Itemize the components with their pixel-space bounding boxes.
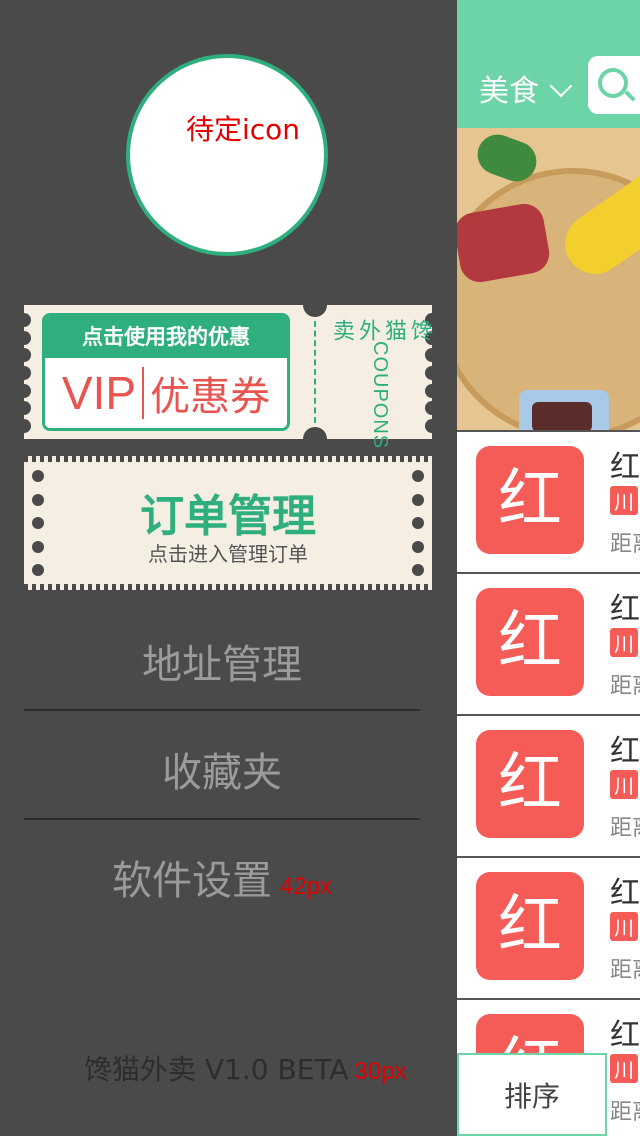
list-divider — [457, 998, 640, 1000]
main-screen: 美食 红 红 川 距离 红 红 川 距离 红 红 川 距离 红 红 川 距离 红 — [457, 0, 640, 1136]
order-management-title: 订单管理 — [140, 491, 316, 542]
list-item[interactable]: 红 红 川 距离 — [457, 856, 640, 998]
coupon-tear-line — [314, 321, 316, 423]
order-card-edge-bottom — [24, 584, 432, 590]
restaurant-name: 红 — [610, 734, 640, 769]
top-bar: 美食 — [457, 0, 640, 128]
avatar-placeholder-label: 待定icon — [186, 113, 301, 146]
food-banner-image[interactable] — [457, 128, 640, 430]
cuisine-tag: 川 — [610, 770, 638, 799]
restaurant-distance: 距离 — [610, 1100, 640, 1125]
order-card-edge-top — [24, 456, 432, 462]
list-divider — [457, 430, 640, 432]
list-divider — [457, 856, 640, 858]
search-button[interactable] — [588, 56, 640, 114]
avatar[interactable]: 待定icon — [126, 54, 328, 256]
coupon-brand-stub: 馋猫外卖 COUPONS — [329, 319, 432, 449]
menu-item-label: 软件设置 — [111, 858, 272, 904]
sort-button[interactable]: 排序 — [457, 1053, 607, 1136]
search-icon — [598, 68, 628, 98]
coupon-badge: 点击使用我的优惠 VIP 优惠券 — [42, 313, 290, 431]
list-divider — [457, 572, 640, 574]
menu-item-address[interactable]: 地址管理 — [24, 606, 420, 714]
restaurant-logo: 红 — [476, 588, 584, 696]
cuisine-tag: 川 — [610, 912, 638, 941]
cuisine-tag: 川 — [610, 486, 638, 515]
coupon-separator — [142, 367, 145, 419]
app-version-footer: 馋猫外卖 V1.0 BETA 30px — [84, 1048, 407, 1088]
restaurant-name: 红 — [610, 592, 640, 627]
coupon-brand-cn: 馋猫外卖 — [329, 319, 432, 341]
vip-coupon-card[interactable]: 点击使用我的优惠 VIP 优惠券 馋猫外卖 COUPONS — [17, 293, 439, 451]
menu-item-favorites[interactable]: 收藏夹 — [24, 714, 420, 822]
cuisine-tag: 川 — [610, 628, 638, 657]
font-size-annotation: 42px — [279, 873, 333, 900]
menu-divider — [24, 818, 420, 820]
coupon-perforation-left — [17, 313, 31, 433]
restaurant-name: 红 — [610, 450, 640, 485]
order-management-card[interactable]: 订单管理 点击进入管理订单 — [24, 456, 432, 590]
order-management-subtitle: 点击进入管理订单 — [148, 542, 308, 566]
coupon-title: 优惠券 — [150, 374, 271, 420]
restaurant-logo: 红 — [476, 872, 584, 980]
list-item[interactable]: 红 红 川 距离 — [457, 430, 640, 572]
restaurant-distance: 距离 — [610, 532, 640, 557]
list-item[interactable]: 红 红 川 距离 — [457, 714, 640, 856]
coupon-title-row: VIP 优惠券 — [45, 358, 287, 428]
restaurant-logo: 红 — [476, 730, 584, 838]
cuisine-tag: 川 — [610, 1054, 638, 1083]
list-divider — [457, 714, 640, 716]
coupon-notch-bottom — [303, 427, 327, 451]
menu-item-settings[interactable]: 软件设置 42px — [24, 822, 420, 930]
app-version-text: 馋猫外卖 V1.0 BETA — [84, 1053, 349, 1086]
coupon-vip-text: VIP — [61, 367, 137, 419]
restaurant-distance: 距离 — [610, 674, 640, 699]
restaurant-distance: 距离 — [610, 816, 640, 841]
restaurant-logo: 红 — [476, 446, 584, 554]
restaurant-name: 红 — [610, 876, 640, 911]
coupon-brand-en: COUPONS — [369, 341, 391, 450]
coupon-headline: 点击使用我的优惠 — [45, 316, 287, 358]
menu-item-label: 地址管理 — [142, 642, 302, 688]
category-selector[interactable]: 美食 — [479, 66, 539, 110]
list-item[interactable]: 红 红 川 距离 — [457, 572, 640, 714]
side-drawer: 待定icon 点击使用我的优惠 VIP 优惠券 馋猫外卖 COUPONS 订单管… — [0, 0, 457, 1136]
coupon-notch-top — [303, 293, 327, 317]
chevron-down-icon[interactable] — [549, 74, 573, 98]
restaurant-name: 红 — [610, 1018, 640, 1053]
font-size-annotation: 30px — [354, 1058, 407, 1085]
menu-item-label: 收藏夹 — [162, 750, 282, 796]
restaurant-distance: 距离 — [610, 958, 640, 983]
menu-divider — [24, 709, 420, 711]
